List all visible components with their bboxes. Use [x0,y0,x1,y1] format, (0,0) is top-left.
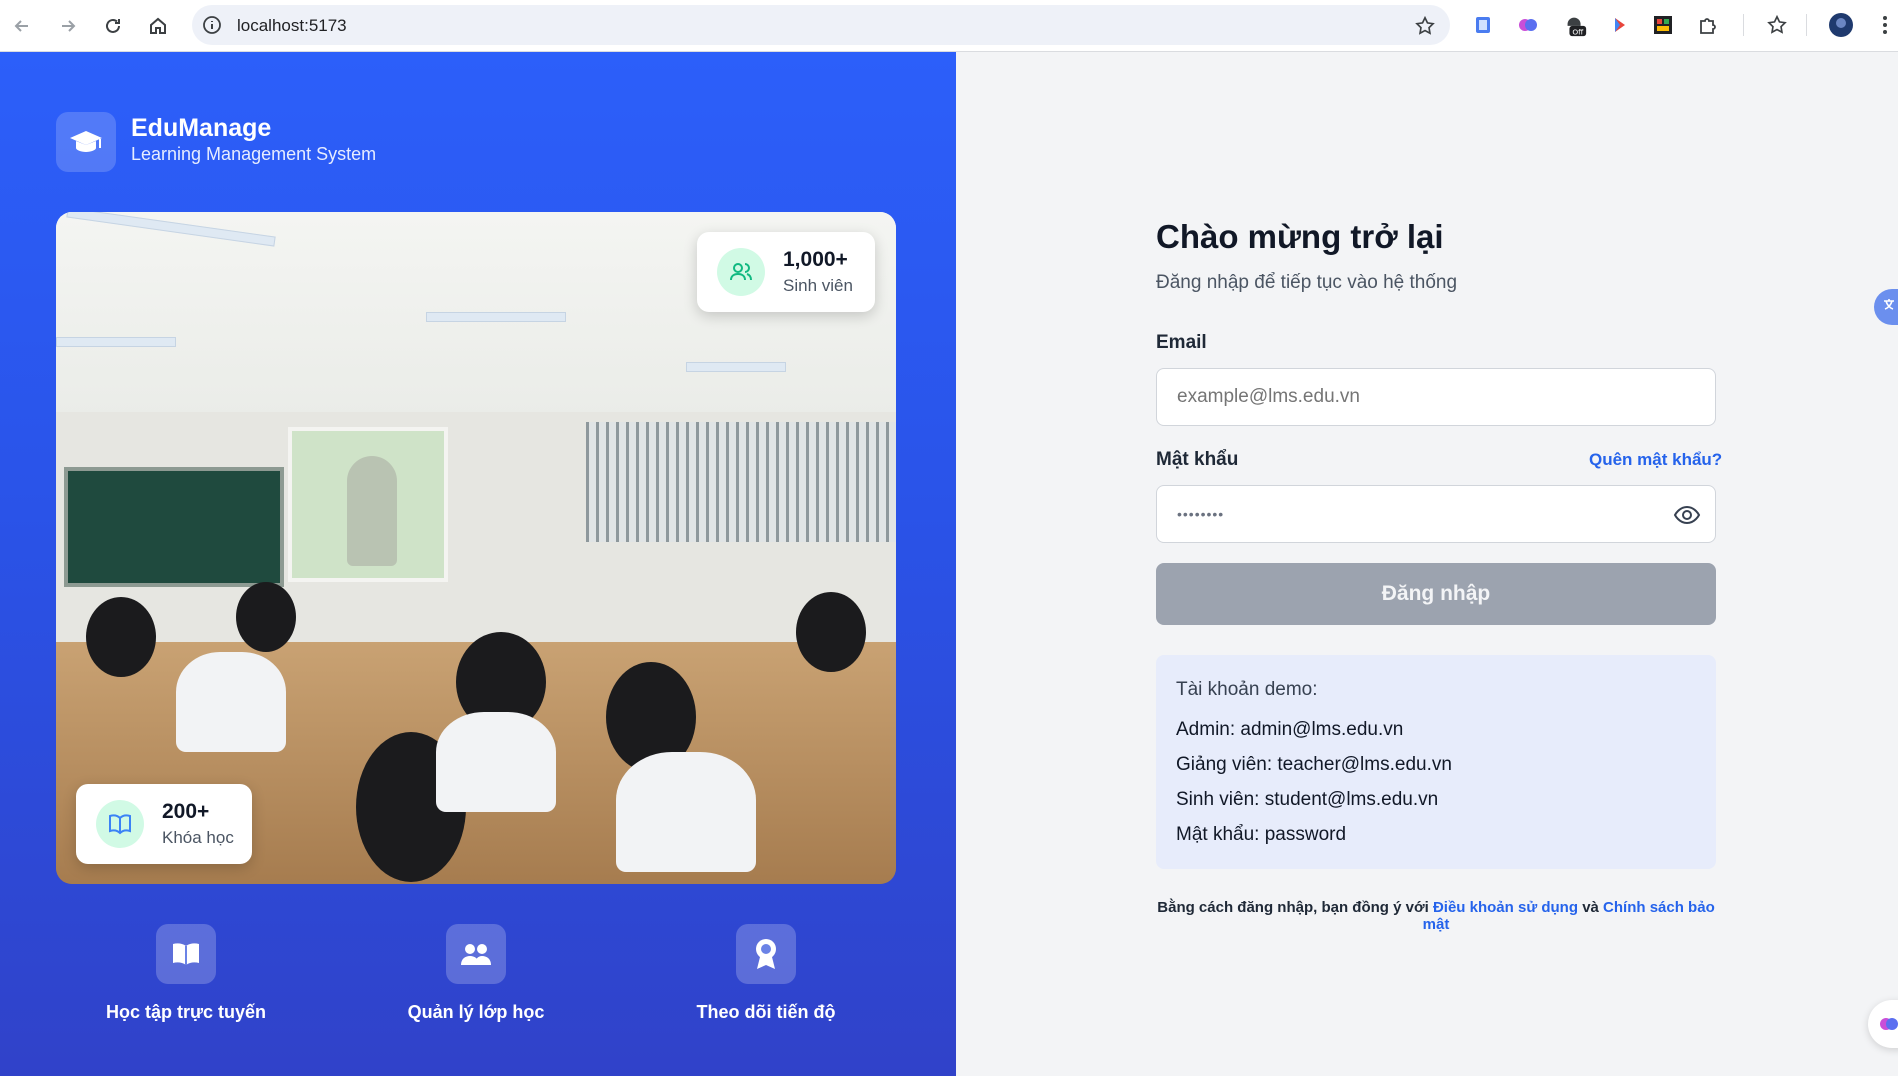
welcome-subtitle: Đăng nhập để tiếp tục vào hệ thống [1156,272,1458,293]
password-value: •••••••• [1177,506,1225,522]
feature-label: Theo dõi tiến độ [696,1002,836,1022]
student-shirt [616,752,756,872]
back-icon[interactable] [4,8,40,44]
site-info-icon[interactable] [202,15,222,35]
student-shirt [436,712,556,812]
login-panel: Chào mừng trở lại Đăng nhập để tiếp tục … [956,52,1898,1076]
courses-label: Khóa học [162,828,234,847]
bookmarks-icon[interactable] [1764,12,1790,38]
terms-prefix: Bằng cách đăng nhập, bạn đồng ý với [1157,899,1429,916]
book-open-icon [156,924,216,984]
password-label: Mật khẩu [1156,449,1239,470]
extension-notes-icon[interactable] [1470,12,1496,38]
students-count: 1,000+ [783,248,848,271]
toolbar-divider [1806,14,1807,36]
student-shirt [176,652,286,752]
show-password-eye-icon[interactable] [1673,501,1701,529]
feature-class-management: Quản lý lớp học [326,924,626,1023]
students-stat-card: 1,000+ Sinh viên [697,232,875,312]
demo-password: Mật khẩu: password [1176,824,1347,845]
feature-label: Học tập trực tuyến [105,1002,267,1022]
projector-screen [288,427,448,582]
graduation-cap-icon [56,112,116,172]
forward-icon[interactable] [50,8,86,44]
assistant-extension-icon[interactable] [1868,1000,1898,1048]
student [236,582,296,652]
students-label: Sinh viên [783,276,853,295]
chalkboard [64,467,284,587]
toolbar-divider [1743,14,1744,36]
demo-admin: Admin: admin@lms.edu.vn [1176,719,1404,740]
email-label: Email [1156,332,1207,353]
ceiling-light [686,362,786,372]
profile-avatar-icon[interactable] [1828,12,1854,38]
users-icon [446,924,506,984]
demo-title: Tài khoản demo: [1176,679,1318,700]
home-icon[interactable] [140,8,176,44]
ceiling-light [426,312,566,322]
terms-of-use-link[interactable]: Điều khoản sử dụng [1433,899,1578,916]
terms-notice: Bằng cách đăng nhập, bạn đồng ý với Điều… [1156,899,1716,933]
courses-count: 200+ [162,800,210,823]
ceiling-light [56,337,176,347]
student [796,592,866,672]
demo-teacher: Giảng viên: teacher@lms.edu.vn [1176,754,1452,775]
brand-name: EduManage [131,114,272,142]
classroom-windows [586,422,896,542]
extensions-puzzle-icon[interactable] [1695,12,1721,38]
extension-brain-icon[interactable] [1515,12,1541,38]
demo-student: Sinh viên: student@lms.edu.vn [1176,789,1439,810]
address-bar[interactable]: localhost:5173 [192,5,1450,45]
welcome-title: Chào mừng trở lại [1156,218,1444,255]
feature-online-learning: Học tập trực tuyến [36,924,336,1023]
demo-accounts-box: Tài khoản demo: Admin: admin@lms.edu.vn … [1156,655,1716,869]
url-text[interactable]: localhost:5173 [237,16,347,36]
reload-icon[interactable] [95,8,131,44]
users-icon [717,248,765,296]
password-field[interactable]: •••••••• [1156,485,1716,543]
courses-stat-card: 200+ Khóa học [76,784,252,864]
feature-label: Quản lý lớp học [407,1002,545,1022]
bookmark-star-icon[interactable] [1414,15,1436,37]
hero-panel: EduManage Learning Management System 1,0… [0,52,956,1076]
svg-text:Off: Off [1572,27,1584,36]
terms-and: và [1582,899,1599,916]
classroom-photo: 1,000+ Sinh viên 200+ Khóa học [56,212,896,884]
brand-subtitle: Learning Management System [131,144,377,164]
browser-toolbar: localhost:5173 Off [0,0,1898,52]
extension-off-icon[interactable]: Off [1562,12,1588,38]
feature-progress-tracking: Theo dõi tiến độ [616,924,916,1023]
menu-kebab-icon[interactable] [1872,12,1898,38]
extension-media-icon[interactable] [1650,12,1676,38]
award-icon [736,924,796,984]
translate-extension-icon[interactable] [1874,289,1898,325]
book-open-icon [96,800,144,848]
email-field[interactable] [1156,368,1716,426]
login-button[interactable]: Đăng nhập [1156,563,1716,625]
extension-arrow-icon[interactable] [1606,12,1632,38]
forgot-password-link[interactable]: Quên mật khẩu? [1589,450,1722,470]
student [86,597,156,677]
